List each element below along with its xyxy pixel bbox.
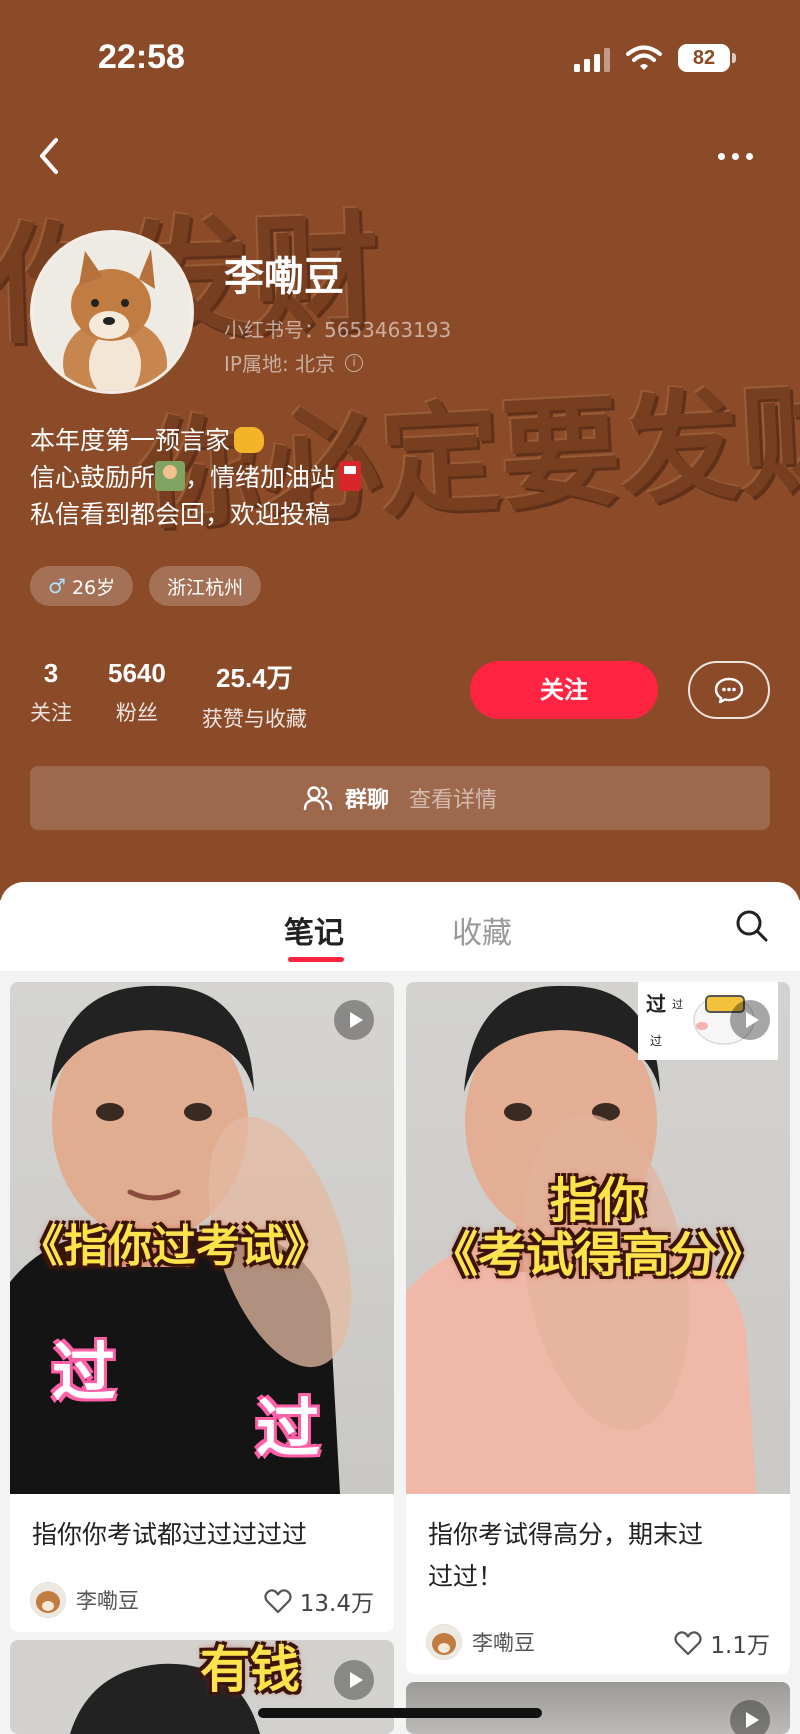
sticker-text: 过 — [650, 1034, 663, 1048]
bio-text: 本年度第一预言家 — [30, 426, 231, 455]
cover-overlay-title: 《指你过考试》 — [20, 1221, 328, 1272]
teacher-emoji-icon — [155, 461, 186, 491]
followers-count: 5640 — [108, 658, 166, 688]
followers-label: 粉丝 — [115, 701, 158, 725]
video-play-icon — [730, 1000, 770, 1040]
info-icon[interactable]: i — [345, 353, 364, 372]
cover-overlay-line: 《考试得高分》 — [429, 1227, 766, 1283]
sticker-text: 过 — [672, 998, 683, 1011]
cover-overlay-title: 指你 《考试得高分》 — [406, 1174, 790, 1282]
profile-bio: 本年度第一预言家 信心鼓励所 ，情绪加油站 私信看到都会回，欢迎投稿 — [30, 422, 362, 533]
likes-collects-label: 获赞与收藏 — [201, 707, 307, 731]
cellular-signal-icon — [574, 48, 610, 72]
search-icon[interactable] — [734, 908, 770, 944]
status-bar: 22:58 82 — [0, 36, 800, 84]
heart-icon — [264, 1589, 292, 1614]
ip-location: IP属地: 北京 i — [224, 348, 364, 377]
video-play-icon — [334, 1000, 374, 1040]
fist-emoji-icon — [234, 427, 265, 453]
note-title: 指你考试得高分，期末过 过过！ — [428, 1514, 703, 1598]
heart-icon — [674, 1631, 703, 1656]
age-tag: ♂ 26岁 — [30, 566, 134, 606]
more-options-icon[interactable] — [718, 140, 766, 172]
following-stat[interactable]: 3 关注 — [30, 658, 72, 733]
profile-tags: ♂ 26岁 浙江杭州 — [30, 566, 262, 606]
cover-overlay-title: 有钱 — [200, 1640, 300, 1699]
location-tag: 浙江杭州 — [149, 566, 262, 606]
group-users-icon — [303, 786, 333, 811]
like-count-value: 1.1万 — [710, 1633, 770, 1659]
follow-button[interactable]: 关注 — [470, 661, 658, 719]
fuel-pump-emoji-icon — [339, 461, 362, 491]
avatar[interactable] — [30, 230, 194, 394]
note-title-line: 指你考试得高分，期末过 — [428, 1520, 704, 1549]
profile-header: 你发财 你必定要发财 22:58 82 李嘞豆 小红书号：5653463193 … — [0, 0, 800, 900]
message-button[interactable] — [688, 661, 770, 719]
cover-pass-text: 过 — [256, 1393, 320, 1467]
like-count[interactable]: 13.4万 — [264, 1584, 374, 1618]
note-title-line: 过过！ — [428, 1562, 504, 1591]
note-card[interactable]: 《指你过考试》 过 过 指你你考试都过过过过过 李嘞豆 13.4万 — [10, 982, 394, 1632]
like-count[interactable]: 1.1万 — [674, 1626, 770, 1660]
group-chat-title: 群聊 — [344, 788, 389, 813]
shiba-puppy-avatar-image — [33, 233, 191, 391]
following-count: 3 — [43, 658, 59, 688]
profile-stats: 3 关注 5640 粉丝 25.4万 获赞与收藏 — [30, 658, 343, 733]
note-card[interactable]: 过 过 过 指你 《考试得高分》 指你考试得高分，期末过 过过！ 李嘞豆 1.1… — [406, 982, 790, 1674]
tab-notes[interactable]: 笔记 — [284, 908, 344, 952]
note-author[interactable]: 李嘞豆 — [30, 1582, 139, 1618]
bio-text: ，情绪加油站 — [185, 463, 336, 492]
author-avatar — [426, 1624, 462, 1660]
wifi-icon — [626, 45, 662, 70]
male-icon: ♂ — [48, 574, 66, 598]
author-name: 李嘞豆 — [76, 1589, 139, 1613]
author-avatar — [30, 1582, 66, 1618]
note-title: 指你你考试都过过过过过 — [32, 1520, 308, 1549]
ip-location-text: IP属地: 北京 — [224, 352, 336, 376]
video-play-icon — [334, 1660, 374, 1700]
content-tabs: 笔记 收藏 — [0, 882, 800, 972]
note-author[interactable]: 李嘞豆 — [426, 1624, 535, 1660]
video-play-icon — [730, 1700, 770, 1734]
bio-line: 信心鼓励所 ，情绪加油站 — [30, 459, 362, 496]
home-indicator — [258, 1708, 542, 1718]
followers-stat[interactable]: 5640 粉丝 — [108, 658, 166, 733]
bio-line: 本年度第一预言家 — [30, 422, 361, 459]
age-label: 26岁 — [71, 576, 116, 599]
note-cover-image: 过 过 过 指你 《考试得高分》 — [406, 982, 790, 1494]
xiaohongshu-id: 小红书号：5653463193 — [224, 318, 452, 342]
note-card[interactable]: 有钱 — [10, 1640, 394, 1734]
status-time: 22:58 — [98, 38, 185, 76]
like-count-value: 13.4万 — [299, 1591, 374, 1617]
chat-bubble-icon — [714, 677, 744, 704]
note-cover-image: 有钱 — [10, 1640, 394, 1734]
battery-tip — [732, 53, 736, 63]
battery-icon: 82 — [678, 44, 730, 72]
likes-collects-count: 25.4万 — [216, 663, 293, 693]
cover-pass-text: 过 — [52, 1337, 116, 1411]
note-cover-image: 《指你过考试》 过 过 — [10, 982, 394, 1494]
location-label: 浙江杭州 — [167, 576, 244, 599]
tab-favorites[interactable]: 收藏 — [452, 908, 512, 952]
battery-level: 82 — [692, 47, 716, 69]
following-label: 关注 — [30, 701, 72, 725]
author-name: 李嘞豆 — [472, 1631, 535, 1655]
sticker-text: 过 — [646, 992, 666, 1016]
bio-line: 私信看到都会回，欢迎投稿 — [30, 500, 331, 529]
notes-feed: 《指你过考试》 过 过 指你你考试都过过过过过 李嘞豆 13.4万 过 过 过 … — [0, 972, 800, 1734]
likes-collects-stat[interactable]: 25.4万 获赞与收藏 — [202, 658, 307, 733]
profile-name: 李嘞豆 — [224, 254, 344, 300]
active-tab-indicator — [288, 957, 344, 962]
group-chat-bar[interactable]: 群聊 查看详情 — [30, 766, 770, 830]
bio-text: 信心鼓励所 — [30, 463, 156, 492]
group-chat-detail: 查看详情 — [409, 788, 498, 813]
back-arrow-icon[interactable] — [32, 132, 68, 180]
cover-overlay-line: 指你 — [549, 1173, 646, 1229]
